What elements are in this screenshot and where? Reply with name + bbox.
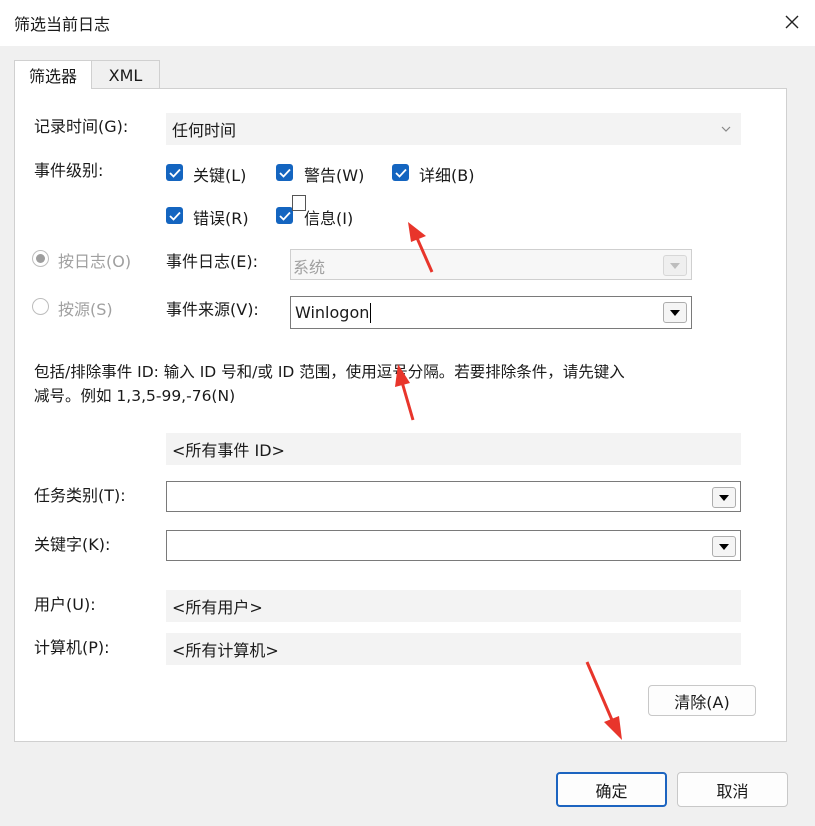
annotation-arrow xyxy=(408,222,434,273)
annotation-arrows xyxy=(395,222,622,740)
annotation-arrow xyxy=(585,661,622,740)
annotation-arrow xyxy=(395,364,415,421)
tab-filter[interactable]: 筛选器 xyxy=(14,60,92,89)
